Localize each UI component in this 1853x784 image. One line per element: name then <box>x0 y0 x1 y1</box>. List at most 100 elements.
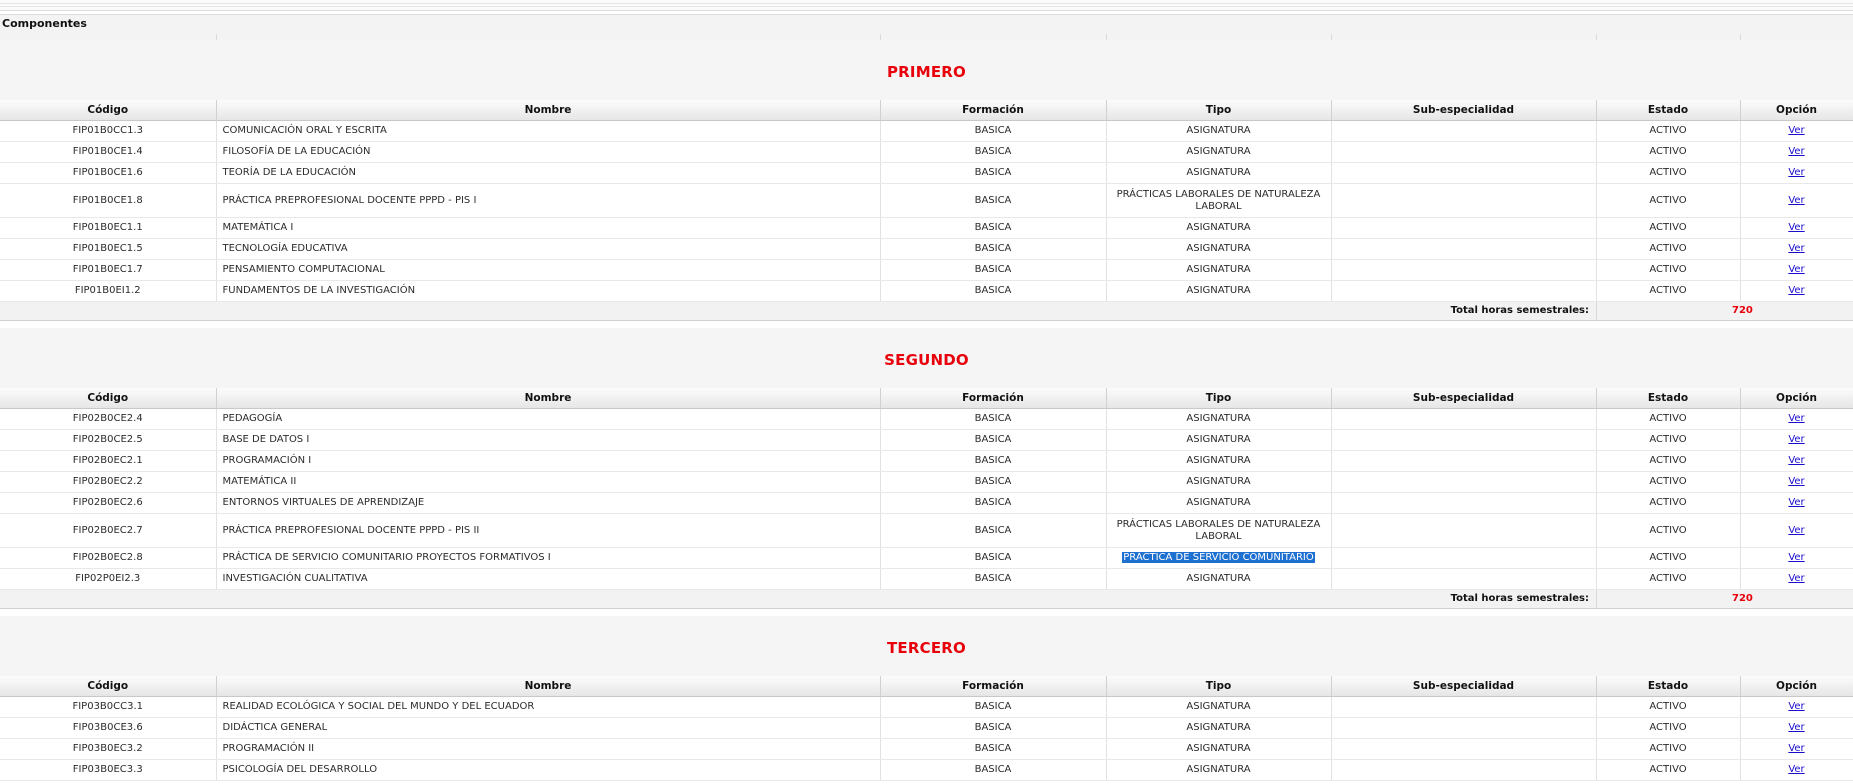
col-sub-especialidad-cell <box>1331 183 1597 218</box>
col-formacion-cell: BASICA <box>880 162 1107 184</box>
col-tipo-header: Tipo <box>1106 388 1332 409</box>
table-row: FIP02B0EC2.1 PROGRAMACIÓN I BASICA ASIGNATU… <box>0 450 1853 472</box>
ver-link[interactable]: Ver <box>1788 476 1804 487</box>
courses-table: Código Nombre Formación Tipo Sub-especialida… <box>0 676 1853 781</box>
ver-link[interactable]: Ver <box>1788 743 1804 754</box>
ver-link[interactable]: Ver <box>1788 243 1804 254</box>
col-tipo-cell: ASIGNATURA <box>1106 120 1332 142</box>
col-formacion-cell: BASICA <box>880 217 1107 239</box>
col-formacion-cell: BASICA <box>880 547 1107 569</box>
section-title: SEGUNDO <box>884 351 969 369</box>
ver-link[interactable]: Ver <box>1788 167 1804 178</box>
col-nombre-cell: FUNDAMENTOS DE LA INVESTIGACIÓN <box>216 280 881 302</box>
col-nombre-cell: PSICOLOGÍA DEL DESARROLLO <box>216 759 881 781</box>
ver-link[interactable]: Ver <box>1788 195 1804 206</box>
top-band <box>0 0 1853 11</box>
col-estado-cell: ACTIVO <box>1596 696 1741 718</box>
ver-link[interactable]: Ver <box>1788 722 1804 733</box>
ver-link[interactable]: Ver <box>1788 413 1804 424</box>
col-opcion-cell: Ver <box>1740 408 1853 430</box>
col-tipo-cell: PRÁCTICAS LABORALES DE NATURALEZA LABORA… <box>1106 183 1332 218</box>
col-sub-especialidad-cell <box>1331 217 1597 239</box>
col-formacion-cell: BASICA <box>880 471 1107 493</box>
col-nombre-cell: PRÁCTICA PREPROFESIONAL DOCENTE PPPD - P… <box>216 183 881 218</box>
col-nombre-cell: PENSAMIENTO COMPUTACIONAL <box>216 259 881 281</box>
ver-link[interactable]: Ver <box>1788 552 1804 563</box>
ver-link[interactable]: Ver <box>1788 125 1804 136</box>
col-formacion-cell: BASICA <box>880 513 1107 548</box>
col-nombre-header: Nombre <box>216 676 881 697</box>
col-opcion-cell: Ver <box>1740 217 1853 239</box>
section-segundo: SEGUNDO Código Nombre Formación Tipo Sub-espe… <box>0 328 1853 609</box>
col-sub-especialidad-cell <box>1331 141 1597 163</box>
col-opcion-cell: Ver <box>1740 280 1853 302</box>
ver-link[interactable]: Ver <box>1788 455 1804 466</box>
ver-link[interactable]: Ver <box>1788 285 1804 296</box>
table-header-row: Código Nombre Formación Tipo Sub-especialida… <box>0 100 1853 121</box>
col-estado-header: Estado <box>1596 676 1741 697</box>
col-estado-cell: ACTIVO <box>1596 141 1741 163</box>
col-nombre-cell: COMUNICACIÓN ORAL Y ESCRITA <box>216 120 881 142</box>
selected-text: PRÁCTICA DE SERVICIO COMUNITARIO <box>1122 552 1315 563</box>
col-formacion-cell: BASICA <box>880 408 1107 430</box>
col-opcion-cell: Ver <box>1740 450 1853 472</box>
col-tipo-cell: ASIGNATURA <box>1106 568 1332 590</box>
section-header: TERCERO <box>0 616 1853 676</box>
col-codigo-cell: FIP02B0EC2.1 <box>0 450 217 472</box>
col-sub-especialidad-header: Sub-especialidad <box>1331 388 1597 409</box>
col-estado-cell: ACTIVO <box>1596 162 1741 184</box>
ver-link[interactable]: Ver <box>1788 764 1804 775</box>
col-sub-especialidad-cell <box>1331 259 1597 281</box>
ver-link[interactable]: Ver <box>1788 146 1804 157</box>
col-formacion-cell: BASICA <box>880 429 1107 451</box>
table-header-row: Código Nombre Formación Tipo Sub-especialida… <box>0 388 1853 409</box>
col-tipo-cell: PRÁCTICA DE SERVICIO COMUNITARIO <box>1106 547 1332 569</box>
section-tercero: TERCERO Código Nombre Formación Tipo Sub-espe… <box>0 616 1853 781</box>
total-divider <box>1596 590 1597 608</box>
table-row: FIP01B0CE1.4 FILOSOFÍA DE LA EDUCACIÓN BAS… <box>0 141 1853 163</box>
col-sub-especialidad-cell <box>1331 120 1597 142</box>
col-nombre-cell: FILOSOFÍA DE LA EDUCACIÓN <box>216 141 881 163</box>
table-row: FIP03B0EC3.2 PROGRAMACIÓN II BASICA ASIGNAT… <box>0 738 1853 760</box>
col-formacion-cell: BASICA <box>880 450 1107 472</box>
col-codigo-cell: FIP03B0EC3.3 <box>0 759 217 781</box>
col-sub-especialidad-cell <box>1331 696 1597 718</box>
col-opcion-cell: Ver <box>1740 259 1853 281</box>
col-sub-especialidad-cell <box>1331 450 1597 472</box>
col-codigo-cell: FIP01B0EI1.2 <box>0 280 217 302</box>
col-nombre-cell: BASE DE DATOS I <box>216 429 881 451</box>
total-value: 720 <box>1732 593 1753 604</box>
table-row: FIP02B0EC2.7 PRÁCTICA PREPROFESIONAL DOCE… <box>0 513 1853 548</box>
col-sub-especialidad-cell <box>1331 162 1597 184</box>
col-estado-cell: ACTIVO <box>1596 280 1741 302</box>
ver-link[interactable]: Ver <box>1788 497 1804 508</box>
col-codigo-cell: FIP02B0EC2.2 <box>0 471 217 493</box>
col-estado-cell: ACTIVO <box>1596 259 1741 281</box>
courses-table: Código Nombre Formación Tipo Sub-especialida… <box>0 388 1853 590</box>
col-estado-cell: ACTIVO <box>1596 238 1741 260</box>
col-codigo-cell: FIP01B0CC1.3 <box>0 120 217 142</box>
col-formacion-cell: BASICA <box>880 696 1107 718</box>
ver-link[interactable]: Ver <box>1788 264 1804 275</box>
ver-link[interactable]: Ver <box>1788 434 1804 445</box>
col-opcion-cell: Ver <box>1740 547 1853 569</box>
table-row: FIP01B0CE1.8 PRÁCTICA PREPROFESIONAL DOCE… <box>0 183 1853 218</box>
col-codigo-cell: FIP01B0EC1.5 <box>0 238 217 260</box>
ver-link[interactable]: Ver <box>1788 573 1804 584</box>
ver-link[interactable]: Ver <box>1788 525 1804 536</box>
ver-link[interactable]: Ver <box>1788 701 1804 712</box>
col-sub-especialidad-cell <box>1331 280 1597 302</box>
col-tipo-cell: ASIGNATURA <box>1106 259 1332 281</box>
col-codigo-header: Código <box>0 676 217 697</box>
col-formacion-header: Formación <box>880 100 1107 121</box>
total-row: Total horas semestrales: 720 <box>0 590 1853 609</box>
col-formacion-cell: BASICA <box>880 280 1107 302</box>
col-nombre-cell: MATEMÁTICA II <box>216 471 881 493</box>
col-estado-cell: ACTIVO <box>1596 408 1741 430</box>
col-tipo-cell: ASIGNATURA <box>1106 238 1332 260</box>
table-header-row: Código Nombre Formación Tipo Sub-especialida… <box>0 676 1853 697</box>
ver-link[interactable]: Ver <box>1788 222 1804 233</box>
table-row: FIP01B0EC1.5 TECNOLOGÍA EDUCATIVA BASICA AS… <box>0 238 1853 260</box>
col-codigo-cell: FIP01B0CE1.6 <box>0 162 217 184</box>
col-tipo-cell: ASIGNATURA <box>1106 141 1332 163</box>
